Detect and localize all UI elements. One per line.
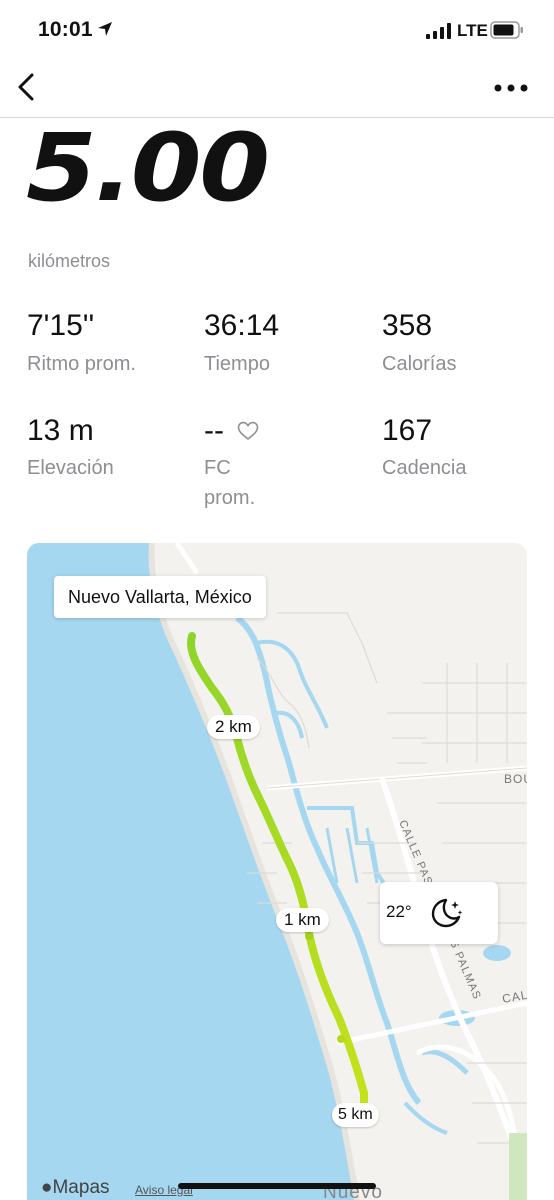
cadence-label: Cadencia xyxy=(382,457,467,479)
distance-unit: kilómetros xyxy=(28,251,111,271)
location-callout[interactable]: Nuevo Vallarta, México xyxy=(54,576,266,618)
apple-logo-icon: ● xyxy=(41,1177,53,1198)
heart-rate-value: -- xyxy=(204,414,224,447)
distance-value: 5.00 xyxy=(26,114,270,223)
calories-value: 358 xyxy=(382,309,433,342)
status-time: 10:01 xyxy=(38,18,93,41)
map-canvas: BOU CALLE PASEO DE LAS PALMAS CAL xyxy=(27,543,527,1200)
km-marker-5[interactable]: 5 km xyxy=(332,1103,379,1127)
km-marker-1[interactable]: 1 km xyxy=(276,908,329,932)
heart-rate-label: FC prom. xyxy=(204,457,256,509)
moon-stars-icon xyxy=(431,898,463,928)
time-label: Tiempo xyxy=(204,353,270,375)
heart-icon[interactable] xyxy=(237,421,259,441)
chevron-left-icon[interactable] xyxy=(12,70,42,104)
calories-label: Calorías xyxy=(382,353,457,375)
more-dots-icon[interactable] xyxy=(492,76,532,100)
home-indicator[interactable] xyxy=(178,1183,376,1189)
street-label-bou: BOU xyxy=(504,772,527,786)
status-bar: 10:01 LTE xyxy=(0,0,554,58)
network-label: LTE xyxy=(457,21,488,40)
location-arrow-icon xyxy=(98,22,112,36)
km-marker-2[interactable]: 2 km xyxy=(207,715,260,739)
battery-icon xyxy=(490,21,523,39)
time-value: 36:14 xyxy=(204,309,280,342)
elevation-label: Elevación xyxy=(27,457,114,479)
pace-value: 7'15'' xyxy=(27,309,95,342)
pace-label: Ritmo prom. xyxy=(27,353,136,375)
route-map[interactable]: BOU CALLE PASEO DE LAS PALMAS CAL Nuevo … xyxy=(27,543,527,1200)
weather-badge: 22° xyxy=(380,882,498,944)
maps-attribution: ●Mapas xyxy=(41,1177,110,1198)
weather-temp: 22° xyxy=(386,902,412,921)
cadence-value: 167 xyxy=(382,414,433,447)
nav-bar xyxy=(0,58,554,118)
signal-icon xyxy=(426,23,451,39)
elevation-value: 13 m xyxy=(27,414,94,447)
